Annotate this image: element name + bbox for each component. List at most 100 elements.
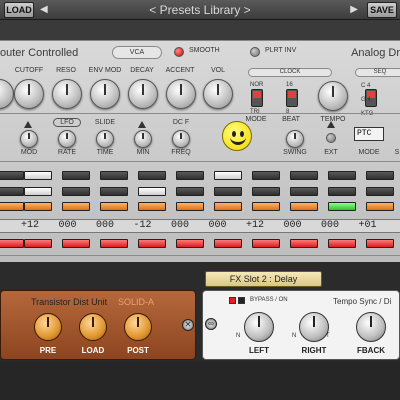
reso-label: RESO [56, 67, 76, 74]
step-button[interactable] [252, 239, 280, 248]
step-button[interactable] [24, 171, 52, 180]
on-led[interactable] [238, 297, 245, 304]
step-button[interactable] [138, 239, 166, 248]
note-value[interactable]: 0 [387, 220, 400, 232]
env-mod-knob[interactable] [90, 79, 120, 109]
step-button[interactable] [0, 187, 24, 196]
left-label: LEFT [249, 346, 269, 355]
step-button[interactable] [328, 187, 356, 196]
next-preset-icon[interactable]: ▶ [350, 2, 358, 18]
step-button[interactable] [214, 187, 242, 196]
step-button[interactable] [252, 187, 280, 196]
link-icon[interactable]: ∞ [205, 318, 217, 330]
step-button[interactable] [176, 171, 204, 180]
step-button[interactable] [290, 187, 318, 196]
pre-knob[interactable] [34, 313, 62, 341]
step-button[interactable] [62, 202, 90, 211]
step-button[interactable] [328, 202, 356, 211]
step-button[interactable] [62, 187, 90, 196]
step-button[interactable] [138, 187, 166, 196]
step-button[interactable] [328, 171, 356, 180]
note-value[interactable]: 000 [200, 220, 236, 232]
mod-knob[interactable] [20, 130, 38, 148]
step-button[interactable] [214, 202, 242, 211]
cutoff-knob[interactable] [14, 79, 44, 109]
ext-led[interactable] [326, 133, 336, 143]
post-knob[interactable] [124, 313, 152, 341]
step-button[interactable] [290, 239, 318, 248]
previous-preset-icon[interactable]: ◀ [40, 2, 48, 18]
decay-knob[interactable] [128, 79, 158, 109]
step-button[interactable] [252, 171, 280, 180]
vol-knob[interactable] [203, 79, 233, 109]
note-value[interactable]: 000 [312, 220, 348, 232]
step-button[interactable] [62, 239, 90, 248]
step-button[interactable] [366, 187, 394, 196]
load-button[interactable]: LOAD [4, 2, 34, 18]
step-button[interactable] [100, 239, 128, 248]
section-divider [0, 161, 400, 162]
mode-switch[interactable] [251, 89, 263, 107]
step-button[interactable] [290, 202, 318, 211]
step-button[interactable] [0, 171, 24, 180]
beat-switch[interactable] [286, 89, 298, 107]
bypass-led[interactable] [229, 297, 236, 304]
step-button[interactable] [366, 202, 394, 211]
step-button[interactable] [138, 202, 166, 211]
step-button[interactable] [138, 171, 166, 180]
dist-title: Transistor Dist Unit [31, 297, 108, 307]
fx-slot-tab[interactable]: FX Slot 2 : Delay [205, 271, 322, 287]
smooth-led[interactable] [174, 47, 184, 57]
tempo-knob[interactable] [318, 81, 348, 111]
vca-label: VCA [112, 46, 162, 59]
step-button[interactable] [0, 239, 24, 248]
note-value[interactable]: 000 [162, 220, 198, 232]
note-value[interactable]: +12 [237, 220, 273, 232]
step-button[interactable] [214, 239, 242, 248]
step-button[interactable] [24, 239, 52, 248]
remove-fx-icon[interactable]: ✕ [182, 319, 194, 331]
left-knob[interactable] [244, 312, 274, 342]
section-divider [0, 255, 400, 256]
clock-label: CLOCK [248, 68, 332, 77]
step-button[interactable] [366, 239, 394, 248]
step-button[interactable] [290, 171, 318, 180]
presets-library-title[interactable]: < Presets Library > [60, 2, 340, 18]
rate-knob[interactable] [58, 130, 76, 148]
note-value[interactable]: -12 [125, 220, 161, 232]
note-value[interactable]: 000 [50, 220, 86, 232]
step-button[interactable] [366, 171, 394, 180]
partial-knob[interactable] [0, 79, 14, 109]
step-button[interactable] [62, 171, 90, 180]
plrt-inv-led[interactable] [250, 47, 260, 57]
right-knob[interactable] [299, 312, 329, 342]
swing-knob[interactable] [286, 130, 304, 148]
step-button[interactable] [100, 171, 128, 180]
freq-knob[interactable] [172, 130, 190, 148]
section-divider [0, 113, 400, 114]
reso-knob[interactable] [52, 79, 82, 109]
step-button[interactable] [176, 187, 204, 196]
step-button[interactable] [100, 202, 128, 211]
min-knob[interactable] [134, 130, 152, 148]
save-button[interactable]: SAVE [367, 2, 397, 18]
step-button[interactable] [176, 202, 204, 211]
step-row-4 [0, 239, 400, 249]
step-button[interactable] [24, 187, 52, 196]
accent-knob[interactable] [166, 79, 196, 109]
ptc-display[interactable]: PTC [354, 127, 384, 141]
step-button[interactable] [176, 239, 204, 248]
fback-knob[interactable] [356, 312, 386, 342]
note-value[interactable]: +12 [12, 220, 48, 232]
load-knob[interactable] [79, 313, 107, 341]
step-button[interactable] [0, 202, 24, 211]
step-button[interactable] [214, 171, 242, 180]
step-button[interactable] [24, 202, 52, 211]
step-button[interactable] [252, 202, 280, 211]
slide-time-knob[interactable] [96, 130, 114, 148]
step-button[interactable] [100, 187, 128, 196]
step-button[interactable] [328, 239, 356, 248]
note-value[interactable]: 000 [275, 220, 311, 232]
note-value[interactable]: 000 [87, 220, 123, 232]
note-value[interactable]: +01 [350, 220, 386, 232]
